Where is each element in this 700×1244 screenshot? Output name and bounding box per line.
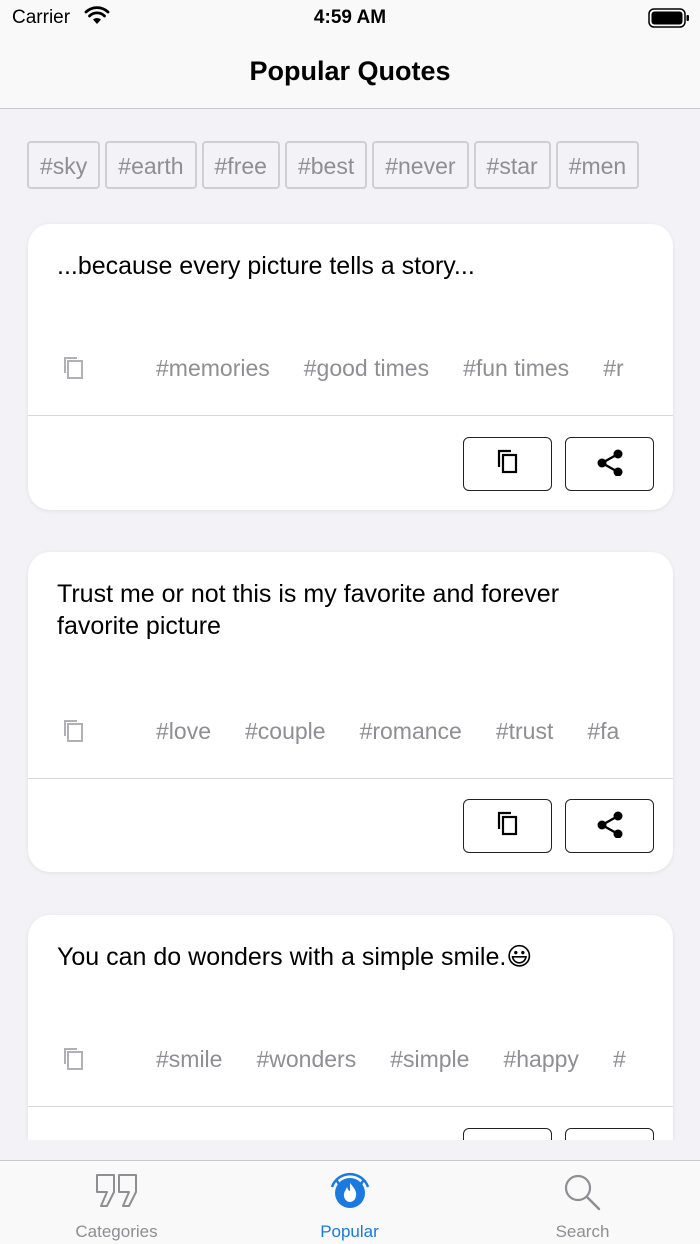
tab-label: Search (555, 1222, 610, 1241)
search-icon (563, 1173, 603, 1216)
share-icon (595, 448, 625, 481)
tag-chip[interactable]: #earth (105, 141, 197, 189)
tab-label: Categories (75, 1222, 158, 1241)
card-tag[interactable]: #couple (245, 715, 326, 747)
card-tags: #smile #wonders #simple #happy # (156, 1043, 653, 1075)
share-icon (595, 810, 625, 843)
quote-card: ...because every picture tells a story..… (28, 224, 673, 510)
card-tag[interactable]: # (613, 1043, 626, 1075)
copy-button[interactable] (463, 1128, 552, 1140)
tab-label: Popular (320, 1222, 379, 1241)
quote-text: ...because every picture tells a story..… (57, 252, 475, 280)
card-tag[interactable]: #romance (360, 715, 462, 747)
tab-bar: Categories Popular Search (0, 1160, 700, 1244)
card-divider (28, 415, 673, 416)
share-button[interactable] (565, 799, 654, 853)
card-divider (28, 778, 673, 779)
tag-chip[interactable]: #free (201, 141, 280, 189)
quote-card: Trust me or not this is my favorite and … (28, 552, 673, 872)
quote-icon (95, 1173, 139, 1214)
card-tags: #love #couple #romance #trust #fa (156, 715, 653, 747)
card-tag[interactable]: #love (156, 715, 211, 747)
card-tag[interactable]: #happy (503, 1043, 578, 1075)
tab-search[interactable]: Search (466, 1161, 699, 1244)
card-tags: #memories #good times #fun times #r (156, 352, 653, 384)
card-tag[interactable]: #r (603, 352, 623, 384)
navigation-bar: Popular Quotes (0, 36, 700, 109)
card-tag[interactable]: #trust (496, 715, 554, 747)
card-tag[interactable]: #good times (304, 352, 429, 384)
quote-text: You can do wonders with a simple smile.😃 (57, 943, 533, 971)
card-tag[interactable]: #fa (587, 715, 619, 747)
tag-chip[interactable]: #best (284, 141, 368, 189)
tag-chip[interactable]: #sky (27, 141, 101, 189)
card-tag[interactable]: #simple (390, 1043, 469, 1075)
copy-icon[interactable] (61, 1045, 87, 1073)
share-button[interactable] (565, 1128, 654, 1140)
fire-icon (327, 1171, 373, 1216)
status-bar: Carrier 4:59 AM (0, 0, 700, 36)
card-tag[interactable]: #memories (156, 352, 270, 384)
copy-icon[interactable] (61, 717, 87, 745)
card-divider (28, 1106, 673, 1107)
card-tag[interactable]: #fun times (463, 352, 569, 384)
page-title: Popular Quotes (249, 56, 451, 86)
card-tag[interactable]: #wonders (256, 1043, 356, 1075)
quote-card: You can do wonders with a simple smile.😃… (28, 915, 673, 1140)
tag-strip: #sky #earth #free #best #never #star #men (27, 141, 700, 190)
copy-button[interactable] (463, 799, 552, 853)
copy-icon[interactable] (61, 354, 87, 382)
tag-chip[interactable]: #never (372, 141, 469, 189)
copy-button[interactable] (463, 437, 552, 491)
tag-chip[interactable]: #star (473, 141, 551, 189)
card-tag[interactable]: #smile (156, 1043, 222, 1075)
tab-categories[interactable]: Categories (0, 1161, 233, 1244)
quote-list[interactable]: ...because every picture tells a story..… (0, 190, 700, 1140)
tab-popular[interactable]: Popular (233, 1161, 466, 1244)
share-button[interactable] (565, 437, 654, 491)
copy-icon (495, 448, 521, 481)
quote-text: Trust me or not this is my favorite and … (57, 580, 560, 640)
battery-icon (648, 8, 690, 33)
tag-chip[interactable]: #men (555, 141, 640, 189)
copy-icon (495, 810, 521, 843)
status-time: 4:59 AM (313, 7, 387, 28)
